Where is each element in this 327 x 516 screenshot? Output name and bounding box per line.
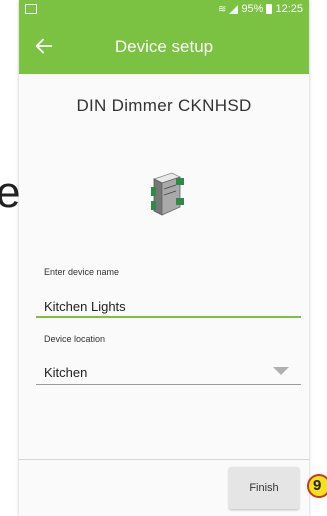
- din-dimmer-device-image: [151, 172, 184, 216]
- device-location-underline: [36, 384, 301, 385]
- signal-icon: [229, 4, 239, 14]
- device-name-input[interactable]: Kitchen Lights: [44, 299, 126, 314]
- device-location-label: Device location: [44, 334, 106, 344]
- phone-screen: ≋ 95% 12:25 Device setup DIN Dimmer CKNH…: [19, 0, 309, 516]
- footer-divider: [19, 459, 309, 460]
- app-bar: Device setup: [19, 20, 309, 74]
- page-title: Device setup: [114, 37, 214, 56]
- device-model-title: DIN Dimmer CKNHSD: [76, 96, 252, 115]
- image-notification-icon: [25, 4, 37, 14]
- device-name-underline: [36, 316, 301, 318]
- battery-percent: 95%: [241, 3, 264, 15]
- device-location-select[interactable]: Kitchen: [44, 365, 87, 380]
- device-name-label: Enter device name: [44, 267, 120, 277]
- step-number-badge: 9: [307, 474, 327, 498]
- dropdown-arrow-icon[interactable]: [273, 367, 289, 375]
- finish-button[interactable]: Finish: [229, 467, 299, 509]
- battery-icon: [266, 4, 273, 14]
- clock: 12:25: [275, 3, 303, 15]
- wifi-icon: ≋: [218, 3, 227, 15]
- status-icons: ≋ 95% 12:25: [218, 3, 303, 15]
- background-text: e: [0, 168, 21, 217]
- status-bar: ≋ 95% 12:25: [19, 0, 309, 20]
